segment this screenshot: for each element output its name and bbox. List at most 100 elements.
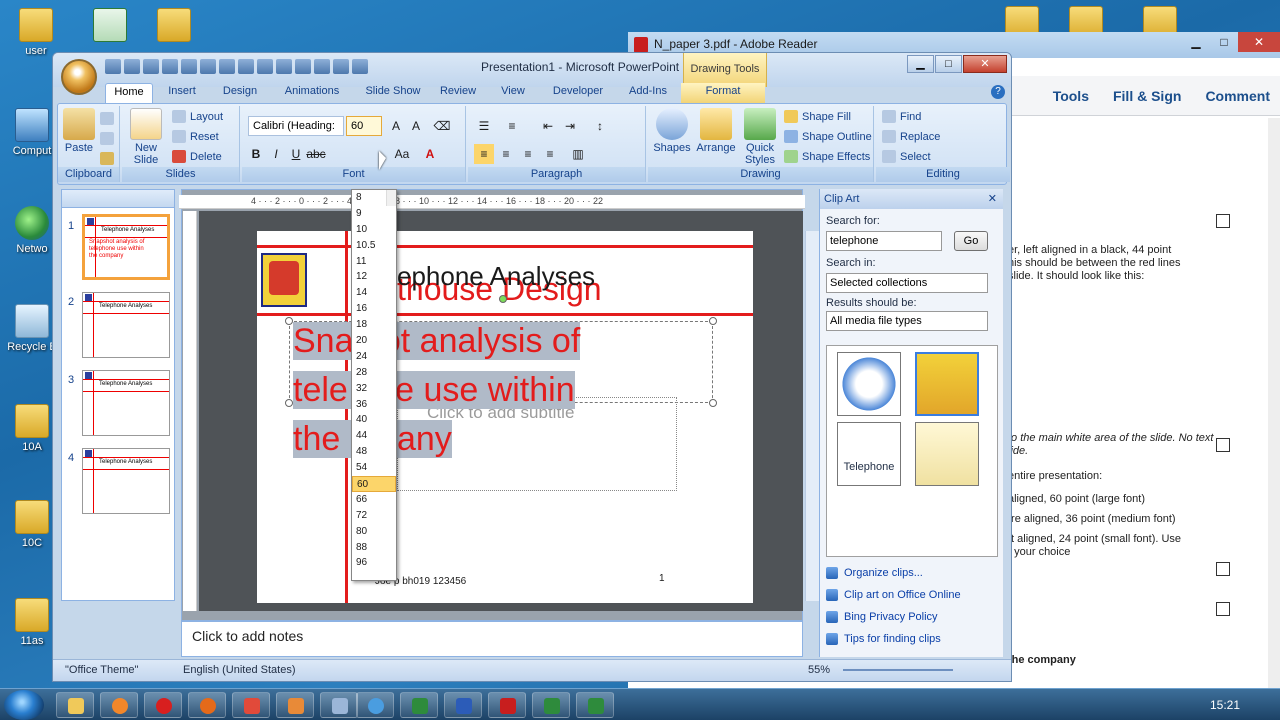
decrease-indent-icon[interactable]: ⇤ (538, 116, 558, 136)
font-size-option[interactable]: 9 (352, 206, 396, 222)
change-case-button[interactable]: Aa (392, 144, 412, 164)
tab-design[interactable]: Design (211, 83, 269, 103)
clip-result-telephone-swirl[interactable] (837, 352, 901, 416)
justify-button[interactable]: ≡ (540, 144, 560, 164)
font-size-option[interactable]: 40 (352, 412, 396, 428)
print-icon[interactable] (219, 59, 235, 74)
taskbar-excel[interactable] (400, 692, 438, 718)
font-size-option[interactable]: 80 (352, 524, 396, 540)
bullet-icon[interactable] (295, 59, 311, 74)
desktop-icon-user[interactable]: user (4, 8, 68, 57)
close-button[interactable]: ✕ (963, 55, 1007, 73)
doc-checkbox[interactable] (1216, 602, 1230, 616)
clip-result-telephone-keypad[interactable] (915, 422, 979, 486)
thumbnail-pane-tabs[interactable] (62, 190, 174, 208)
font-size-option[interactable]: 24 (352, 349, 396, 365)
shrink-font-button[interactable]: A (406, 116, 426, 136)
clip-art-online-link[interactable]: Clip art on Office Online (826, 589, 961, 601)
help-icon[interactable]: ? (991, 85, 1005, 99)
taskbar-excel3[interactable] (576, 692, 614, 718)
font-size-combo[interactable]: 60 (346, 116, 382, 136)
minimize-button[interactable]: ▁ (1182, 32, 1210, 52)
taskbar-acrobat[interactable] (488, 692, 526, 718)
slide-title[interactable]: ephone Analyses (397, 261, 595, 292)
clip-result-telephone-sound[interactable]: Telephone (837, 422, 901, 486)
font-size-option[interactable]: 48 (352, 444, 396, 460)
doc-checkbox[interactable] (1216, 438, 1230, 452)
bold-button[interactable]: B (246, 144, 266, 164)
shape-effects-button[interactable]: Shape Effects (784, 150, 870, 163)
font-size-option[interactable]: 10 (352, 222, 396, 238)
taskbar-word[interactable] (444, 692, 482, 718)
slide-thumbnail-3[interactable]: Telephone Analyses (82, 370, 170, 436)
tab-review[interactable]: Review (431, 83, 485, 103)
bing-privacy-link[interactable]: Bing Privacy Policy (826, 611, 938, 623)
font-size-dropdown[interactable]: 8 9 10 10.5 11 12 14 16 18 20 24 28 32 36 40 44 48 54 60 66… (351, 189, 397, 581)
align-right-button[interactable]: ≡ (518, 144, 538, 164)
notes-pane[interactable]: Click to add notes (181, 621, 803, 657)
language-status[interactable]: English (United States) (183, 664, 296, 676)
resize-handle[interactable] (709, 317, 717, 325)
slide-subtitle[interactable]: Sna hot analysis of tele one use within … (293, 317, 673, 464)
columns-icon[interactable]: ▥ (568, 144, 588, 164)
font-size-option[interactable]: 60 (352, 476, 396, 492)
arrange-button[interactable]: Arrange (694, 108, 738, 154)
taskbar-media[interactable] (100, 692, 138, 718)
open-icon[interactable] (181, 59, 197, 74)
zoom-level[interactable]: 55% (808, 664, 830, 676)
find-button[interactable]: Find (882, 110, 921, 123)
slide-canvas[interactable]: thouse Design ephone Analyses Click to a… (257, 231, 753, 603)
zoom-slider[interactable] (843, 669, 953, 671)
tab-slide-show[interactable]: Slide Show (355, 83, 431, 103)
numbering-icon[interactable]: ≡ (502, 116, 522, 136)
font-size-option[interactable]: 10.5 (352, 238, 396, 254)
slide-thumbnail-4[interactable]: Telephone Analyses (82, 448, 170, 514)
telephone-clipart[interactable] (261, 253, 307, 307)
tab-add-ins[interactable]: Add-Ins (615, 83, 681, 103)
increase-indent-icon[interactable]: ⇥ (560, 116, 580, 136)
maximize-button[interactable]: □ (1210, 32, 1238, 52)
rotate-handle[interactable] (499, 295, 507, 303)
font-size-option[interactable]: 32 (352, 381, 396, 397)
go-button[interactable]: Go (954, 231, 988, 251)
numbered-icon[interactable] (314, 59, 330, 74)
tab-insert[interactable]: Insert (153, 83, 211, 103)
comment-button[interactable]: Comment (1205, 88, 1270, 104)
tab-home[interactable]: Home (105, 83, 153, 103)
layout-button[interactable]: Layout (172, 110, 223, 123)
font-size-option[interactable]: 16 (352, 301, 396, 317)
italic-button[interactable]: I (266, 144, 286, 164)
slide-thumbnail-1[interactable]: Telephone Analyses Snapshot analysis of … (82, 214, 170, 280)
resize-handle[interactable] (285, 399, 293, 407)
undo-icon[interactable] (124, 59, 140, 74)
taskbar-app[interactable] (232, 692, 270, 718)
resize-handle[interactable] (709, 399, 717, 407)
reset-button[interactable]: Reset (172, 130, 219, 143)
paste-button[interactable]: Paste (60, 108, 98, 154)
taskbar-app2[interactable] (320, 692, 358, 718)
resize-handle[interactable] (285, 317, 293, 325)
align-icon[interactable] (333, 59, 349, 74)
font-color-button[interactable]: A (420, 144, 440, 164)
font-size-option[interactable]: 36 (352, 397, 396, 413)
start-button[interactable] (4, 690, 44, 720)
slide-vertical-scrollbar[interactable] (805, 231, 819, 601)
tab-developer[interactable]: Developer (541, 83, 615, 103)
desktop-icon-folder[interactable] (142, 8, 206, 45)
chart-icon[interactable] (276, 59, 292, 74)
format-painter-button[interactable] (100, 152, 114, 165)
font-size-option[interactable]: 88 (352, 540, 396, 556)
office-button[interactable] (61, 59, 97, 95)
font-size-option[interactable]: 14 (352, 285, 396, 301)
justify-icon[interactable] (352, 59, 368, 74)
fill-sign-button[interactable]: Fill & Sign (1113, 88, 1181, 104)
font-size-option[interactable]: 44 (352, 428, 396, 444)
copy-icon[interactable] (200, 59, 216, 74)
new-slide-button[interactable]: New Slide (126, 108, 166, 166)
arrow-icon[interactable] (238, 59, 254, 74)
font-size-option[interactable]: 11 (352, 254, 396, 270)
quick-styles-button[interactable]: Quick Styles (740, 108, 780, 166)
strikethrough-button[interactable]: abc (306, 144, 326, 164)
tips-link[interactable]: Tips for finding clips (826, 633, 941, 645)
search-in-select[interactable]: Selected collections (826, 273, 988, 293)
